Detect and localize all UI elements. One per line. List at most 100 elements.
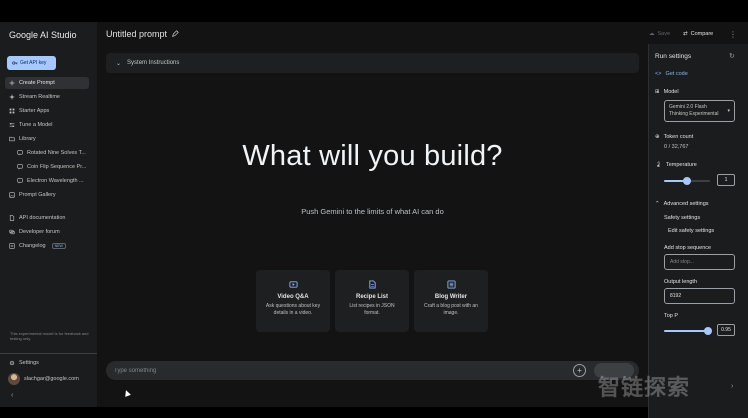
system-instructions-toggle[interactable]: ⌄ System Instructions [106, 53, 639, 73]
doc-icon [9, 215, 15, 221]
prompt-input-bar: + [106, 361, 639, 380]
card-title: Blog Writer [434, 294, 468, 300]
edit-pencil-icon[interactable] [171, 30, 179, 38]
sidebar-item-library-entry[interactable]: Coin Flip Sequence Pr... [5, 161, 89, 173]
sidebar-item-label: Library [19, 136, 36, 142]
app-window: Google AI Studio Get API key Create Prom… [0, 22, 748, 418]
sidebar-item-label: Create Prompt [19, 80, 55, 86]
chevron-down-icon: ⌄ [116, 60, 122, 67]
model-label: Model [663, 89, 679, 95]
reset-icon[interactable]: ↻ [729, 52, 735, 60]
top-p-slider[interactable] [664, 327, 712, 335]
get-api-key-button[interactable]: Get API key [7, 56, 56, 70]
folder-icon [9, 136, 15, 142]
card-title: Video Q&A [277, 294, 309, 300]
chat-icon [17, 150, 23, 156]
compare-label: Compare [690, 31, 714, 37]
temperature-label-row: 🌡 Temperature [655, 162, 697, 168]
sidebar-item-label: Tune a Model [19, 122, 53, 128]
sidebar: Google AI Studio Get API key Create Prom… [0, 22, 97, 407]
compare-button[interactable]: ⇄ Compare [683, 31, 713, 37]
tune-icon [9, 123, 15, 127]
prompt-title[interactable]: Untitled prompt [106, 29, 179, 39]
model-icon: ⊞ [655, 89, 660, 95]
gallery-icon [9, 192, 15, 198]
advanced-settings-toggle[interactable]: ⌃ Advanced settings [655, 201, 709, 207]
add-media-icon[interactable]: + [573, 364, 586, 377]
sidebar-item-label: Stream Realtime [19, 94, 60, 100]
sparkle-icon [9, 94, 15, 100]
model-value-line2: Thinking Experimental [669, 110, 719, 117]
sidebar-item-tune-model[interactable]: Tune a Model [5, 119, 89, 131]
token-icon: ⊕ [655, 134, 660, 140]
chevron-up-icon: ⌃ [655, 201, 660, 207]
sidebar-item-settings[interactable]: Settings [5, 357, 89, 369]
sidebar-item-changelog[interactable]: Changelog NEW [5, 240, 89, 252]
temperature-input[interactable]: 1 [717, 174, 735, 186]
sidebar-item-stream-realtime[interactable]: Stream Realtime [5, 91, 89, 103]
starter-cards: Video Q&A Ask questions about key detail… [256, 270, 488, 332]
sidebar-item-create-prompt[interactable]: Create Prompt [5, 77, 89, 89]
top-p-input[interactable]: 0.95 [717, 324, 735, 336]
card-video-qa[interactable]: Video Q&A Ask questions about key detail… [256, 270, 330, 332]
watermark: 智链探索 [598, 376, 691, 401]
collapse-panel-icon[interactable]: › [731, 383, 733, 390]
new-badge: NEW [51, 243, 66, 249]
key-icon [12, 61, 18, 65]
main-content: ⌄ System Instructions What will you buil… [106, 53, 639, 407]
user-email: slachgar@google.com [24, 376, 79, 382]
sidebar-item-prompt-gallery[interactable]: Prompt Gallery [5, 189, 89, 201]
card-blog-writer[interactable]: Blog Writer Craft a blog post with an im… [414, 270, 488, 332]
card-description: Ask questions about key details in a vid… [265, 303, 321, 316]
prompt-title-text: Untitled prompt [106, 29, 168, 39]
temperature-label: Temperature [665, 162, 697, 168]
stop-sequence-input[interactable]: Add stop... [664, 254, 735, 270]
sidebar-item-library-entry[interactable]: Rotated Nine Solves T... [5, 147, 89, 159]
top-p-slider-fill [664, 330, 708, 332]
sidebar-item-library-entry[interactable]: Electron Wavelength ... [5, 175, 89, 187]
save-button[interactable]: ☁ Save [649, 31, 670, 37]
plus-icon [9, 80, 15, 86]
model-label-row: ⊞ Model [655, 89, 679, 95]
sidebar-item-developer-forum[interactable]: Developer forum [5, 226, 89, 238]
sidebar-item-label: Coin Flip Sequence Pr... [27, 164, 87, 170]
edit-safety-settings-link[interactable]: Edit safety settings [668, 228, 714, 234]
apps-icon [9, 108, 15, 114]
sidebar-divider [0, 353, 97, 354]
sidebar-item-starter-apps[interactable]: Starter Apps [5, 105, 89, 117]
token-count-value: 0 / 32,767 [664, 144, 689, 150]
hero-subtitle: Push Gemini to the limits of what AI can… [301, 207, 444, 216]
token-count-label: Token count [663, 134, 694, 140]
sidebar-item-library[interactable]: Library [5, 133, 89, 145]
more-vert-icon[interactable]: ⋮ [729, 30, 737, 39]
changelog-icon [9, 243, 15, 249]
temperature-slider-thumb[interactable] [683, 177, 691, 185]
video-icon [288, 281, 298, 288]
top-p-slider-thumb[interactable] [703, 327, 712, 335]
get-code-button[interactable]: <> Get code [655, 71, 688, 77]
model-select[interactable]: Gemini 2.0 Flash Thinking Experimental ▾ [664, 100, 735, 122]
collapse-sidebar-icon[interactable]: ‹ [11, 392, 13, 399]
temperature-slider[interactable] [664, 177, 710, 185]
forum-icon [9, 229, 15, 235]
card-recipe-list[interactable]: Recipe List List recipes in JSON format. [335, 270, 409, 332]
sidebar-item-label: Starter Apps [19, 108, 50, 114]
token-label-row: ⊕ Token count [655, 134, 693, 140]
prompt-input[interactable] [114, 364, 554, 377]
code-icon: <> [655, 71, 662, 77]
sidebar-item-label: Prompt Gallery [19, 192, 56, 198]
cloud-icon: ☁ [649, 31, 655, 37]
sidebar-item-label: Settings [19, 360, 39, 366]
get-api-key-label: Get API key [20, 60, 47, 66]
compare-icon: ⇄ [683, 31, 688, 37]
chat-icon [17, 164, 23, 170]
sidebar-item-label: Rotated Nine Solves T... [27, 150, 86, 156]
sidebar-item-api-docs[interactable]: API documentation [5, 212, 89, 224]
hero-heading: What will you build? [242, 140, 503, 172]
system-instructions-label: System Instructions [127, 60, 180, 66]
article-icon [446, 280, 456, 289]
output-length-label: Output length [664, 279, 698, 285]
output-length-input[interactable]: 8192 [664, 288, 735, 304]
avatar[interactable] [8, 373, 20, 385]
account-row[interactable]: slachgar@google.com [8, 373, 79, 385]
